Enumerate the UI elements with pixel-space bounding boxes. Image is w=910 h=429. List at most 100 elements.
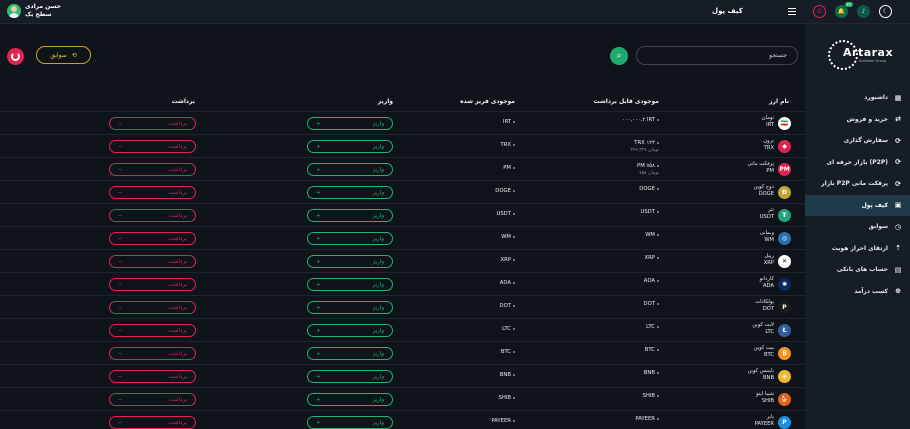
coin-icon: ◆	[778, 140, 791, 153]
deposit-button[interactable]: + واریز	[307, 140, 393, 153]
withdraw-button[interactable]: − برداشت	[109, 324, 196, 337]
withdraw-button[interactable]: − برداشت	[109, 186, 196, 199]
sidebar-item-label: خرید و فروش	[846, 115, 888, 123]
sidebar-item-label: ارتقای احراز هویت	[831, 244, 888, 252]
sidebar-item[interactable]: حساب های بانکی ▤	[805, 259, 910, 281]
coin-name: لایت کوین LTC	[752, 322, 774, 336]
withdraw-button[interactable]: − برداشت	[109, 117, 196, 130]
sidebar-item[interactable]: خرید و فروش ⇄	[805, 109, 910, 131]
frozen-value: PAYEER	[491, 418, 511, 424]
table-header: نام ارز موجودی قابل برداشت موجودی فریز ش…	[0, 95, 805, 111]
sidebar-item[interactable]: کسب درآمد ⊕	[805, 281, 910, 303]
withdraw-button[interactable]: − برداشت	[109, 370, 196, 383]
deposit-button[interactable]: + واریز	[307, 393, 393, 406]
coin-name: بیت کوین BTC	[754, 345, 774, 359]
deposit-button[interactable]: + واریز	[307, 324, 393, 337]
frozen-balance: DOGE	[495, 188, 515, 194]
frozen-value: TRX	[500, 142, 511, 148]
sidebar-item[interactable]: بازار حرفه ای (P2P) ⟳	[805, 152, 910, 174]
coin-name: کاردانو ADA	[760, 276, 774, 290]
coin-icon: P	[778, 301, 791, 314]
frozen-balance: BTC	[501, 349, 515, 355]
sidebar-item[interactable]: بازار P2P پرفکت مانی ⟳	[805, 173, 910, 195]
available-balance: DOT	[644, 301, 659, 308]
avatar[interactable]	[7, 4, 21, 18]
chart-button[interactable]	[7, 48, 24, 65]
search-input[interactable]	[636, 46, 798, 65]
logo[interactable]: Artarax Software Group	[828, 38, 893, 72]
withdraw-button[interactable]: − برداشت	[109, 301, 196, 314]
frozen-balance: SHIB	[498, 395, 515, 401]
withdraw-label: برداشت	[168, 212, 187, 219]
withdraw-label: برداشت	[168, 143, 187, 150]
deposit-label: واریز	[372, 120, 384, 127]
deposit-button[interactable]: + واریز	[307, 416, 393, 429]
bullet-icon	[513, 396, 515, 399]
deposit-button[interactable]: + واریز	[307, 370, 393, 383]
sidebar-item-label: بازار حرفه ای (P2P)	[826, 158, 888, 166]
coin-fa-name: ترون	[763, 138, 774, 144]
available-value: PM ۷۵۸	[637, 163, 655, 169]
withdraw-button[interactable]: − برداشت	[109, 416, 196, 429]
withdraw-button[interactable]: − برداشت	[109, 163, 196, 176]
coin-fa-name: پرفکت مانی	[747, 161, 774, 167]
deposit-label: واریز	[372, 281, 384, 288]
withdraw-button[interactable]: − برداشت	[109, 255, 196, 268]
available-value: DOGE	[639, 186, 655, 192]
coin-symbol: IRT	[766, 122, 774, 128]
coin-symbol: USDT	[759, 214, 774, 220]
refresh-icon: ⟳	[895, 179, 901, 188]
minus-icon: −	[118, 166, 123, 173]
available-value: BTC	[644, 347, 655, 353]
theme-toggle-icon[interactable]: ☾	[879, 5, 892, 18]
deposit-button[interactable]: + واریز	[307, 163, 393, 176]
withdraw-button[interactable]: − برداشت	[109, 347, 196, 360]
deposit-button[interactable]: + واریز	[307, 186, 393, 199]
table-row: ◈ بایننس کوین BNB BNB BNB + واریز − برداشت	[0, 364, 805, 387]
withdraw-button[interactable]: − برداشت	[109, 278, 196, 291]
deposit-button[interactable]: + واریز	[307, 232, 393, 245]
bullet-icon	[657, 233, 659, 236]
table-row: ₮ تتر USDT USDT USDT + واریز − برداشت	[0, 203, 805, 226]
coin-symbol: BTC	[763, 352, 774, 358]
available-value: WM	[645, 232, 655, 238]
history-button[interactable]: سوابق ⟲	[36, 46, 91, 64]
deposit-label: واریز	[372, 373, 384, 380]
deposit-button[interactable]: + واریز	[307, 347, 393, 360]
header-available: موجودی قابل برداشت	[593, 98, 659, 105]
frozen-balance: ADA	[500, 280, 515, 286]
table-row: PM پرفکت مانی PM PM ۷۵۸ ۷۵۸ تومان PM + واریز − بر…	[0, 157, 805, 180]
withdraw-label: برداشت	[168, 350, 187, 357]
deposit-button[interactable]: + واریز	[307, 209, 393, 222]
sidebar-item[interactable]: داشبورد ▦	[805, 87, 910, 109]
sidebar-item[interactable]: ارتقای احراز هویت ⇡	[805, 238, 910, 260]
deposit-button[interactable]: + واریز	[307, 117, 393, 130]
power-icon[interactable]: ⏻	[813, 5, 826, 18]
deposit-button[interactable]: + واریز	[307, 255, 393, 268]
plus-icon: +	[316, 396, 321, 403]
menu-toggle-icon[interactable]	[788, 8, 796, 17]
search-button[interactable]: ⌕	[610, 47, 628, 65]
coin-icon: 🇮🇷	[778, 117, 791, 130]
bell-icon[interactable]: ♪	[857, 5, 870, 18]
sidebar-item[interactable]: سوابق ◷	[805, 216, 910, 238]
coin-fa-name: تتر	[768, 207, 774, 213]
coin-fa-name: بیت کوین	[753, 345, 774, 351]
bullet-icon	[657, 394, 659, 397]
withdraw-button[interactable]: − برداشت	[109, 232, 196, 245]
notification-icon[interactable]: 🔔 ۳۳	[835, 2, 853, 18]
frozen-value: LTC	[502, 326, 511, 332]
sidebar-item[interactable]: کیف پول ▣	[805, 194, 910, 216]
bullet-icon	[513, 189, 515, 192]
top-bar: حسن مرادی سطح یک کیف پول	[0, 0, 805, 24]
coin-fa-name: تومان	[761, 115, 774, 121]
withdraw-button[interactable]: − برداشت	[109, 140, 196, 153]
sidebar-item[interactable]: سفارش گذاری ⟳	[805, 130, 910, 152]
pie-chart-icon	[11, 52, 20, 61]
deposit-button[interactable]: + واریز	[307, 278, 393, 291]
withdraw-button[interactable]: − برداشت	[109, 393, 196, 406]
plus-icon: +	[316, 258, 321, 265]
user-profile[interactable]: حسن مرادی سطح یک	[7, 3, 61, 19]
withdraw-button[interactable]: − برداشت	[109, 209, 196, 222]
deposit-button[interactable]: + واریز	[307, 301, 393, 314]
